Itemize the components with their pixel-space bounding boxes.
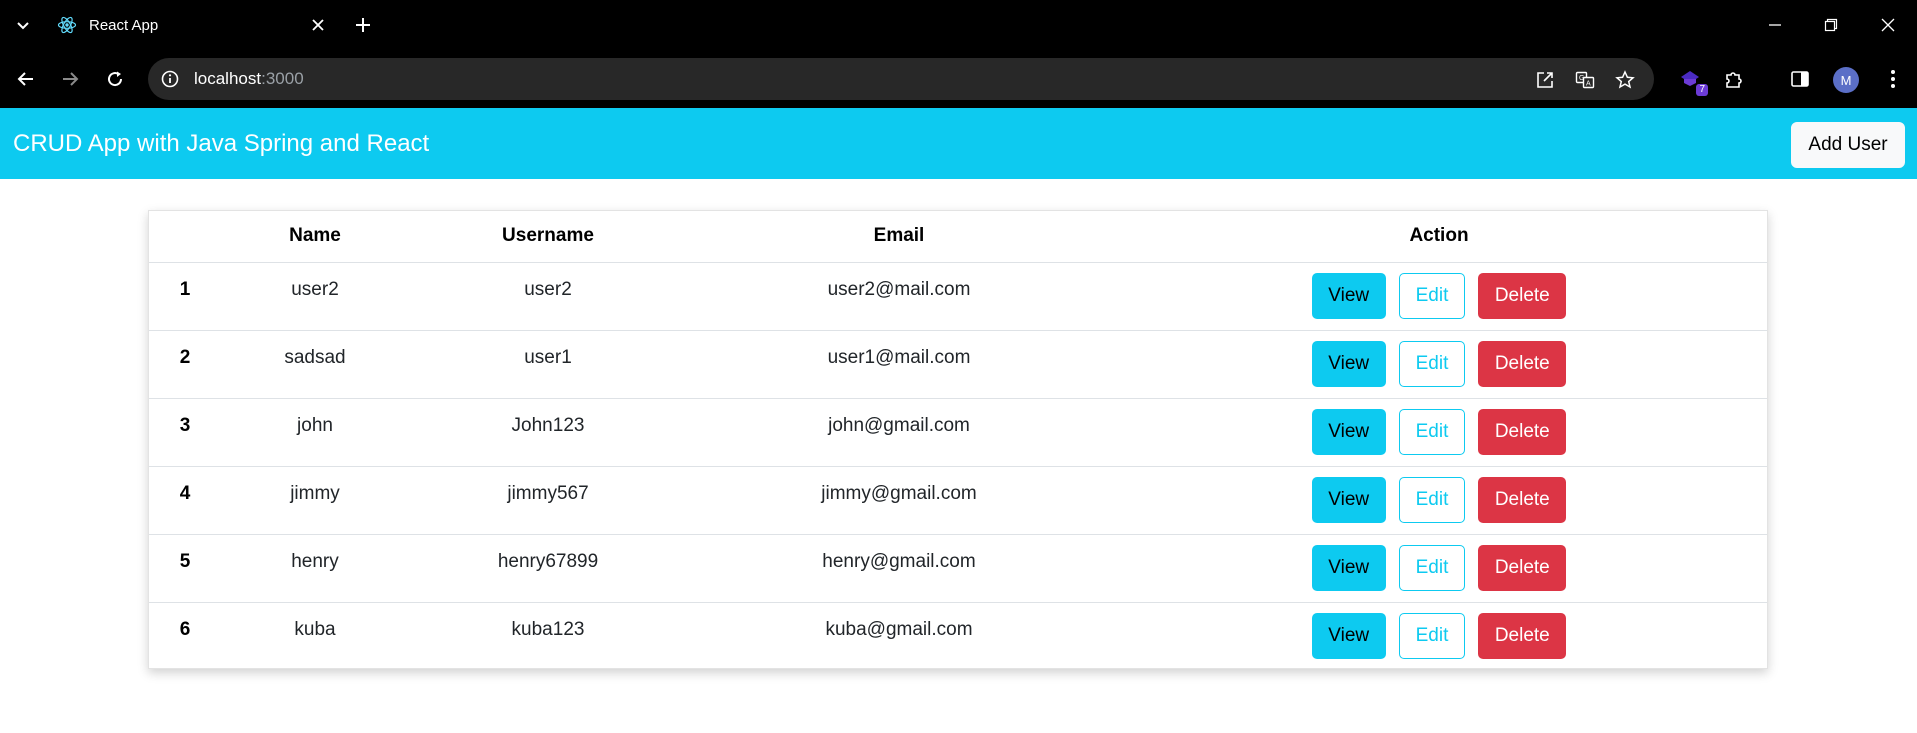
puzzle-icon[interactable] [1720, 65, 1748, 93]
row-name: jimmy [290, 482, 340, 504]
reload-icon[interactable] [101, 65, 129, 93]
react-favicon [56, 14, 78, 36]
svg-text:G: G [1579, 75, 1584, 82]
browser-toolbar: localhost:3000 GA 7 M [0, 50, 1917, 108]
add-user-button[interactable]: Add User [1791, 122, 1905, 168]
forward-icon[interactable] [56, 65, 84, 93]
url-port: :3000 [261, 69, 304, 88]
view-button[interactable]: View [1311, 476, 1386, 523]
row-actions: View Edit Delete [1111, 262, 1767, 330]
row-index: 3 [179, 414, 191, 436]
edit-button[interactable]: Edit [1399, 340, 1465, 387]
url-text[interactable]: localhost:3000 [194, 69, 304, 89]
header-name: Name [289, 225, 341, 247]
row-name: kuba [294, 618, 336, 640]
row-actions: View Edit Delete [1111, 330, 1767, 398]
row-name: john [297, 414, 333, 436]
header-action: Action [1409, 225, 1469, 247]
app-navbar: CRUD App with Java Spring and React Add … [0, 108, 1917, 179]
view-button[interactable]: View [1311, 272, 1386, 319]
back-icon[interactable] [12, 65, 40, 93]
row-index: 1 [179, 278, 191, 300]
row-actions: View Edit Delete [1111, 398, 1767, 466]
close-window-icon[interactable] [1873, 10, 1903, 40]
edit-button[interactable]: Edit [1399, 544, 1465, 591]
row-username: user2 [524, 278, 572, 300]
row-email: john@gmail.com [828, 414, 970, 436]
users-table-card: Name Username Email Action 1 user2 user2… [148, 210, 1768, 669]
side-panel-icon[interactable] [1786, 65, 1814, 93]
row-username: jimmy567 [507, 482, 589, 504]
close-icon[interactable] [306, 13, 330, 37]
address-bar[interactable]: localhost:3000 GA [148, 58, 1654, 100]
delete-button[interactable]: Delete [1478, 476, 1567, 523]
browser-tab-bar: React App [0, 0, 1917, 50]
row-username: kuba123 [511, 618, 585, 640]
extension-badge: 7 [1696, 84, 1708, 96]
view-button[interactable]: View [1311, 544, 1386, 591]
row-index: 4 [179, 482, 191, 504]
header-email: Email [873, 225, 925, 247]
row-index: 5 [179, 550, 191, 572]
row-index: 2 [179, 346, 191, 368]
row-email: kuba@gmail.com [825, 618, 973, 640]
row-index: 6 [179, 618, 191, 640]
row-name: sadsad [284, 346, 346, 368]
edit-button[interactable]: Edit [1399, 408, 1465, 455]
table-row: 4 jimmy jimmy567 jimmy@gmail.com View Ed… [149, 466, 1767, 534]
table-row: 2 sadsad user1 user1@mail.com View Edit … [149, 330, 1767, 398]
row-name: henry [291, 550, 339, 572]
users-table: Name Username Email Action 1 user2 user2… [149, 211, 1767, 670]
row-email: user1@mail.com [827, 346, 971, 368]
translate-icon[interactable]: GA [1572, 67, 1598, 93]
row-username: henry67899 [497, 550, 599, 572]
tab-title: React App [89, 16, 159, 34]
row-actions: View Edit Delete [1111, 534, 1767, 602]
site-info-icon[interactable] [158, 67, 182, 91]
view-button[interactable]: View [1311, 408, 1386, 455]
row-email: henry@gmail.com [822, 550, 976, 572]
bookmark-star-icon[interactable] [1612, 67, 1638, 93]
table-row: 3 john John123 john@gmail.com View Edit … [149, 398, 1767, 466]
restore-icon[interactable] [1816, 10, 1846, 40]
row-actions: View Edit Delete [1111, 466, 1767, 534]
plus-icon[interactable] [350, 12, 376, 38]
avatar[interactable]: M [1833, 67, 1859, 93]
table-row: 1 user2 user2 user2@mail.com View Edit D… [149, 262, 1767, 330]
row-name: user2 [291, 278, 339, 300]
table-row: 5 henry henry67899 henry@gmail.com View … [149, 534, 1767, 602]
svg-text:A: A [1586, 81, 1591, 88]
edit-button[interactable]: Edit [1399, 476, 1465, 523]
navbar-brand[interactable]: CRUD App with Java Spring and React [13, 130, 429, 158]
edit-button[interactable]: Edit [1399, 612, 1465, 659]
table-header-row: Name Username Email Action [149, 211, 1767, 262]
row-actions: View Edit Delete [1111, 602, 1767, 670]
delete-button[interactable]: Delete [1478, 408, 1567, 455]
extension-icon[interactable]: 7 [1676, 65, 1708, 96]
delete-button[interactable]: Delete [1478, 612, 1567, 659]
browser-tab[interactable]: React App [46, 8, 336, 42]
row-email: jimmy@gmail.com [821, 482, 977, 504]
row-username: John123 [511, 414, 585, 436]
delete-button[interactable]: Delete [1478, 544, 1567, 591]
view-button[interactable]: View [1311, 340, 1386, 387]
minimize-icon[interactable] [1760, 10, 1790, 40]
open-in-app-icon[interactable] [1532, 67, 1558, 93]
url-host: localhost [194, 69, 262, 88]
menu-icon[interactable] [1879, 65, 1907, 93]
view-button[interactable]: View [1311, 612, 1386, 659]
edit-button[interactable]: Edit [1399, 272, 1465, 319]
header-username: Username [502, 225, 594, 247]
tab-search-icon[interactable] [10, 12, 36, 38]
delete-button[interactable]: Delete [1478, 340, 1567, 387]
table-row: 6 kuba kuba123 kuba@gmail.com View Edit … [149, 602, 1767, 670]
row-username: user1 [524, 346, 572, 368]
delete-button[interactable]: Delete [1478, 272, 1567, 319]
header-index [149, 211, 221, 262]
row-email: user2@mail.com [827, 278, 971, 300]
